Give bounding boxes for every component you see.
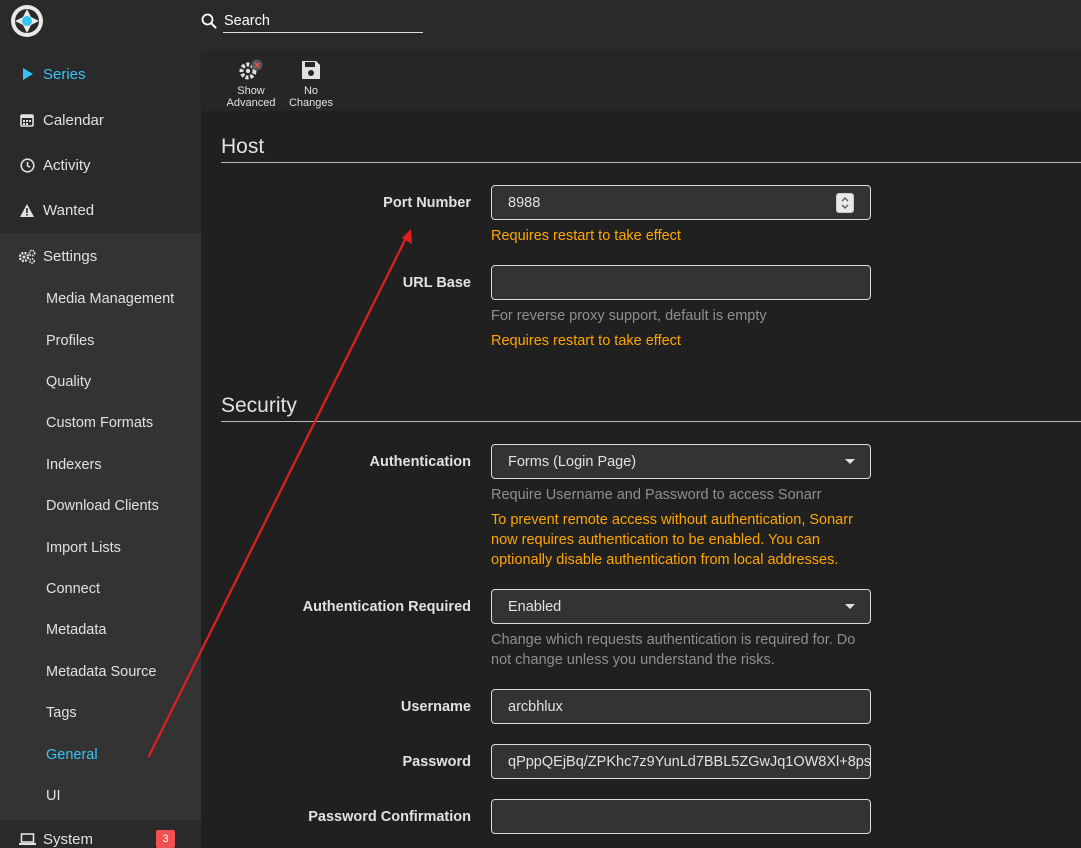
sidebar-subitem-metadata[interactable]: Metadata — [0, 612, 201, 648]
sidebar-subitem-profiles[interactable]: Profiles — [0, 323, 201, 359]
sidebar-item-label: Series — [43, 65, 86, 83]
authentication-select[interactable]: Forms (Login Page) — [491, 444, 871, 479]
url-base-label: URL Base — [402, 275, 471, 291]
sidebar-subitem-connect[interactable]: Connect — [0, 571, 201, 607]
sidebar-subitem-indexers[interactable]: Indexers — [0, 447, 201, 483]
authentication-required-select[interactable]: Enabled — [491, 589, 871, 624]
sidebar-item-label: Wanted — [43, 201, 95, 219]
caret-down-icon — [845, 459, 855, 464]
url-base-input[interactable] — [491, 265, 871, 300]
password-confirmation-input[interactable] — [491, 799, 871, 834]
security-section-title: Security — [221, 394, 297, 417]
sidebar: Series Calendar Activity Wanted Settings… — [0, 0, 201, 848]
cog-advanced-icon — [239, 59, 263, 80]
sidebar-subitem-general[interactable]: General — [0, 737, 201, 773]
authentication-help: Require Username and Password to access … — [491, 487, 822, 503]
page-toolbar: Show Advanced No Changes — [201, 50, 1081, 111]
sidebar-subitem-import-lists[interactable]: Import Lists — [0, 530, 201, 566]
security-section-divider — [221, 421, 1081, 422]
clock-icon — [18, 156, 36, 174]
play-icon — [18, 65, 36, 83]
username-input[interactable] — [491, 689, 871, 724]
caret-down-icon — [845, 604, 855, 609]
laptop-icon — [18, 830, 36, 848]
sidebar-item-activity[interactable]: Activity — [0, 145, 201, 185]
no-changes-label-2: Changes — [288, 97, 334, 109]
authentication-warning: To prevent remote access without authent… — [491, 512, 853, 568]
port-restart-warning: Requires restart to take effect — [491, 228, 681, 244]
sidebar-item-wanted[interactable]: Wanted — [0, 190, 201, 230]
sidebar-subitem-tags[interactable]: Tags — [0, 695, 201, 731]
sidebar-item-system[interactable]: System 3 — [0, 820, 201, 848]
sidebar-item-label: Activity — [43, 156, 91, 174]
authentication-required-label: Authentication Required — [302, 599, 471, 615]
cogs-icon — [18, 247, 36, 265]
sidebar-subitem-quality[interactable]: Quality — [0, 364, 201, 400]
show-advanced-label-1: Show — [237, 85, 265, 97]
authentication-required-help: Change which requests authentication is … — [491, 632, 856, 668]
search-input[interactable] — [223, 10, 423, 32]
save-button[interactable]: No Changes — [281, 58, 341, 109]
sidebar-item-label: Settings — [43, 247, 98, 265]
url-base-help: For reverse proxy support, default is em… — [491, 308, 767, 324]
show-advanced-button[interactable]: Show Advanced — [221, 58, 281, 109]
show-advanced-label-2: Advanced — [226, 97, 276, 109]
authentication-label: Authentication — [369, 454, 472, 470]
username-label: Username — [400, 699, 471, 715]
settings-general-content: Host Port Number 8988 Requires restart t… — [201, 111, 1081, 848]
save-icon — [302, 61, 320, 79]
system-badge: 3 — [156, 830, 175, 848]
authentication-required-value: Enabled — [508, 598, 562, 615]
sonarr-logo-icon[interactable] — [10, 4, 44, 38]
sidebar-subitem-download-clients[interactable]: Download Clients — [0, 488, 201, 524]
sidebar-item-series[interactable]: Series — [0, 54, 201, 94]
password-input[interactable] — [491, 744, 871, 779]
sidebar-subitem-ui[interactable]: UI — [0, 778, 201, 814]
port-number-value: 8988 — [508, 194, 541, 211]
settings-submenu — [0, 233, 201, 820]
search-icon[interactable] — [201, 13, 217, 29]
password-label: Password — [402, 754, 472, 770]
port-number-input[interactable]: 8988 — [491, 185, 871, 220]
logo-area[interactable] — [0, 0, 201, 48]
calendar-icon — [18, 111, 36, 129]
search-box — [223, 10, 423, 33]
sidebar-item-settings[interactable]: Settings — [0, 236, 201, 276]
sidebar-item-label: Calendar — [43, 111, 104, 129]
warning-icon — [18, 201, 36, 219]
app-root: Series Calendar Activity Wanted Settings… — [0, 0, 1081, 848]
header — [201, 0, 1081, 50]
number-spinner-icon[interactable] — [836, 193, 854, 213]
sidebar-subitem-media-management[interactable]: Media Management — [0, 281, 201, 317]
password-confirmation-label: Password Confirmation — [308, 809, 471, 825]
no-changes-label-1: No — [303, 85, 319, 97]
sidebar-item-calendar[interactable]: Calendar — [0, 100, 201, 140]
sidebar-item-label: System — [43, 830, 94, 848]
sidebar-subitem-metadata-source[interactable]: Metadata Source — [0, 654, 201, 690]
port-number-label: Port Number — [383, 195, 471, 211]
authentication-value: Forms (Login Page) — [508, 453, 637, 470]
url-base-restart-warning: Requires restart to take effect — [491, 333, 681, 349]
host-section-title: Host — [221, 135, 265, 158]
sidebar-subitem-custom-formats[interactable]: Custom Formats — [0, 405, 201, 441]
host-section-divider — [221, 162, 1081, 163]
